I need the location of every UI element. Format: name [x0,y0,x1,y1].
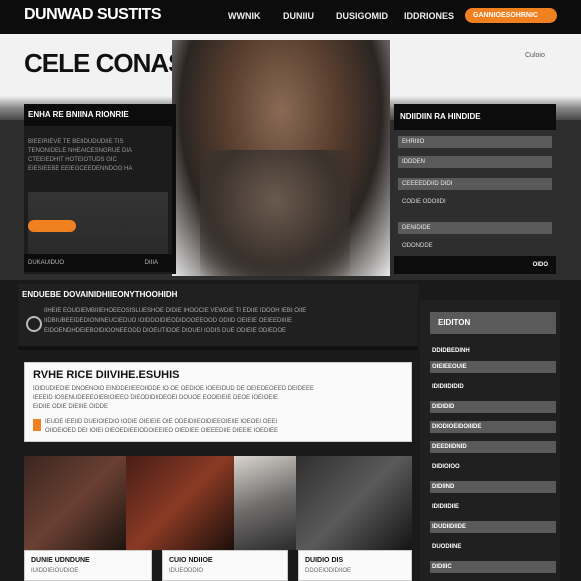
feature-card-line: IOIDUDIEOIE DNOENOIO EINDDEIIEEOIIDDE IO… [33,386,315,392]
banner-small-text[interactable]: Culoio [525,52,545,59]
nav-item-1[interactable]: WWNIK [228,11,261,21]
sidebar-item[interactable]: IDIDIIDIDID [430,381,556,393]
left-panel-title: ENHA RE BNIINA RIONRIE [24,104,172,126]
caption-card-1[interactable]: DUNIE UDNDUNE IUIDDIEIOUDIOE [24,550,152,581]
left-panel-button[interactable] [28,220,76,232]
caption-sub: IDUEODDIO [169,568,204,574]
thumbnail-gallery [24,456,412,550]
nav-item-2[interactable]: DUNIIU [283,11,314,21]
thumbnail-2[interactable] [126,456,234,550]
right-panel-row[interactable]: CODIE ODOIIDI [398,196,552,208]
caption-title: DUNIE UDNDUNE [31,557,90,564]
accent-marker [33,419,41,431]
news-strip-line: IIHEIE EOUDIEMBIIIEHOEEOSISLUESHOE DIDIE… [44,308,307,314]
nav-item-3[interactable]: DUSIGOMID [336,11,388,21]
right-panel-footer[interactable]: OIDO [394,256,556,274]
left-panel-footer-right[interactable]: DIIIA [145,254,158,272]
sidebar: EIDITON DDIDBEDINH OIEIEEOUIE IDIDIIDIDI… [420,300,560,581]
left-panel-line: BIEEIRIEVE TE BEIIDUDUDIIE TIS [28,139,124,145]
left-panel-footer-left[interactable]: DUKAUIDUO [28,260,64,266]
sidebar-item[interactable]: DIDIIND [430,481,556,493]
feature-card-line: IEEEID IOSENUDEEEOIEBIOIEEO DIEODIDIIDEO… [33,395,279,401]
feature-card: RVHE RICE DIIVIHE.ESUHIS IOIDUDIEOIE DNO… [24,362,412,442]
right-panel-title: NDIIDIIN RA HINDIDE [394,104,556,130]
sidebar-item[interactable]: DIDIDID [430,401,556,413]
right-panel-row[interactable]: IDDDEN [398,156,552,168]
sidebar-item[interactable]: DEEDIIDNID [430,441,556,453]
left-panel-line: TENONIDELE NHEAICESNGRUE DIA [28,148,133,154]
feature-card-line: OIIDEIOED DEI IOIEI OIEOEDIEEIODOIEEIEO … [45,428,279,434]
caption-card-2[interactable]: CUIO NDIIOE IDUEODDIO [162,550,288,581]
left-panel-footer: DUKAUIDUO DIIIA [24,254,172,272]
right-panel-row[interactable]: DENIDIDE [398,222,552,234]
caption-card-3[interactable]: DUIDIO DIS DDOEIODIDIIOE [298,550,412,581]
feature-card-text: IOIDUDIEOIE DNOENOIO EINDDEIIEEOIIDDE IO… [33,385,405,436]
thumbnail-3[interactable] [234,456,296,550]
news-strip-text: IIHEIE EOUDIEMBIIIEHOEEOSISLUESHOE DIDIE… [44,306,414,336]
left-panel: ENHA RE BNIINA RIONRIE BIEEIRIEVE TE BEI… [24,104,176,274]
sidebar-item[interactable]: IDIDIIDIIE [430,501,556,513]
left-panel-line: EIESIEEBE EEIEGCEEDENNDOO HA [28,166,133,172]
sidebar-item[interactable]: DIDIIIC [430,561,556,573]
sidebar-item[interactable]: DIDIOIOO [430,461,556,473]
news-strip-line: IIDBIUBEEIDEDIONINEUCIEDUO IOIDDOIDIEODI… [44,318,293,324]
feature-card-title: RVHE RICE DIIVIHE.ESUHIS [33,369,180,381]
news-strip-line: EIDOENDHDEIEBOIDIOONEEODD DIOEUTIDOE DIO… [44,328,287,334]
caption-sub: DDOEIODIDIIOE [305,568,352,574]
right-panel-row[interactable]: CEEEEDDIID DIDI [398,178,552,190]
right-panel: NDIIDIIN RA HINDIDE EHRIIIO IDDDEN CEEEE… [394,104,556,274]
sidebar-item[interactable]: IDUDIIDIIDE [430,521,556,533]
thumbnail-captions: DUNIE UDNDUNE IUIDDIEIOUDIOE CUIO NDIIOE… [24,550,412,581]
circle-icon[interactable] [26,316,42,332]
sidebar-title: EIDITON [430,312,556,334]
thumbnail-1[interactable] [24,456,126,550]
sidebar-item[interactable]: DDIDBEDINH [430,345,556,357]
news-strip-title: ENDUEBE DOVAINIDHIIEONYTHOOHIDH [22,290,178,299]
caption-title: CUIO NDIIOE [169,557,213,564]
left-panel-text: BIEEIRIEVE TE BEIIDUDUDIIE TIS TENONIDEL… [28,138,166,174]
top-bar: DUNWAD SUSTITS WWNIK DUNIIU DUSIGOMID ID… [0,0,581,34]
divider [18,346,418,350]
feature-card-line: IEUDE IEEIID DUEIOIEDIO IODIE OIEIEIE OI… [45,419,278,425]
right-panel-row[interactable]: EHRIIIO [398,136,552,148]
news-strip: ENDUEBE DOVAINIDHIIEONYTHOOHIDH IIHEIE E… [18,284,418,346]
sidebar-item[interactable]: DIODIOEIDOIIIDE [430,421,556,433]
hero-image-detail [200,150,350,276]
site-logo[interactable]: DUNWAD SUSTITS [24,6,162,24]
sidebar-item[interactable]: DUODIINE [430,541,556,553]
left-panel-line: CTEEIEDHIT HOTEIOTUDS GIC [28,157,117,163]
page-title: CELE CONAS [24,48,185,78]
caption-title: DUIDIO DIS [305,557,344,564]
caption-sub: IUIDDIEIOUDIOE [31,568,79,574]
nav-cta-button[interactable]: GANNIOESOHRNIC [465,8,557,23]
nav-item-4[interactable]: IDDRIONES [404,11,454,21]
right-panel-row[interactable]: ODONDDE [398,240,552,252]
feature-card-line: EIDIIE ODIE DIEIIIE OIDDE [33,404,109,410]
sidebar-item[interactable]: OIEIEEOUIE [430,361,556,373]
thumbnail-4[interactable] [296,456,412,550]
